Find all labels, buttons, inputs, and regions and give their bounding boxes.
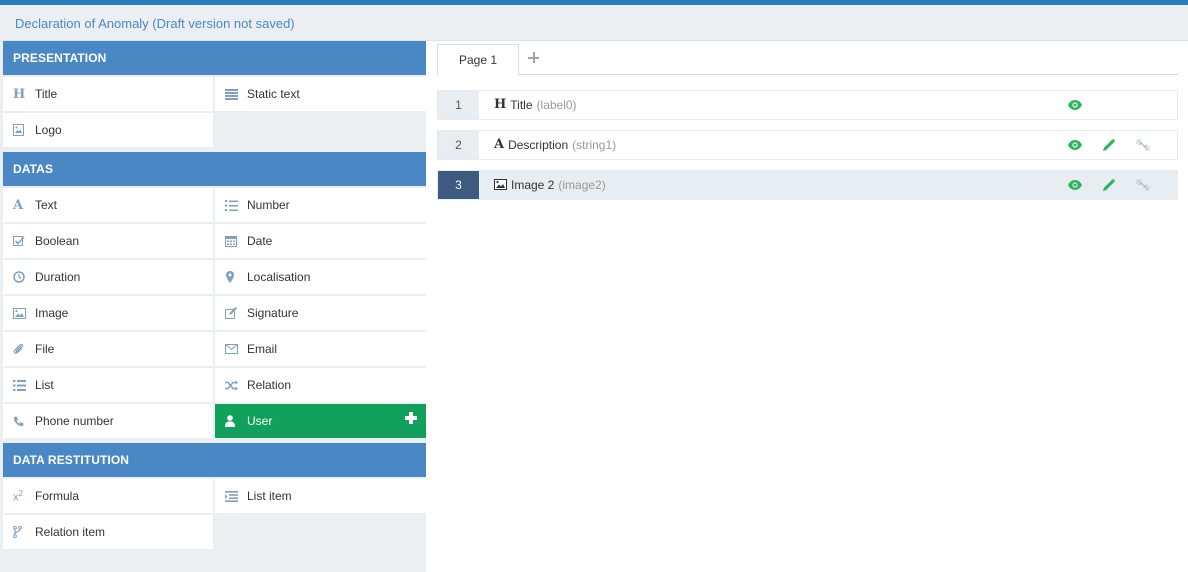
- font-icon: A: [13, 197, 24, 213]
- palette-item-list[interactable]: List: [3, 368, 213, 402]
- palette-item-user[interactable]: User: [215, 404, 426, 438]
- heading-icon: H: [13, 86, 26, 102]
- field-number: 3: [438, 171, 479, 199]
- form-editor: Page 1 1 H Title (label0) 2 A Descriptio…: [426, 41, 1188, 572]
- field-number: 1: [438, 91, 479, 119]
- palette-item-label: Signature: [247, 306, 299, 320]
- field-name: Title: [510, 98, 533, 112]
- palette-item-label: Title: [35, 87, 58, 101]
- field-row-selected[interactable]: 3 Image 2 (image2): [437, 170, 1178, 200]
- heading-icon: H: [494, 97, 507, 112]
- palette-item-label: Boolean: [35, 234, 80, 248]
- field-label: A Description (string1): [494, 131, 616, 159]
- section-data-restitution-header: DATA RESTITUTION: [3, 443, 426, 477]
- palette-item-boolean[interactable]: Boolean: [3, 224, 213, 258]
- page-tabs: Page 1: [437, 44, 1178, 76]
- superscript-icon: x2: [13, 488, 23, 504]
- palette-item-list-item[interactable]: List item: [215, 479, 426, 513]
- field-number: 2: [438, 131, 479, 159]
- section-presentation-header: PRESENTATION: [3, 41, 426, 75]
- section-datas-header: DATAS: [3, 152, 426, 186]
- palette-item-label: Relation: [247, 378, 292, 392]
- paperclip-icon: [13, 343, 35, 355]
- palette-item-file[interactable]: File: [3, 332, 213, 366]
- field-key: (string1): [572, 138, 617, 152]
- visibility-eye-icon[interactable]: [1067, 138, 1083, 152]
- clock-icon: [13, 271, 35, 283]
- field-name: Image 2: [511, 178, 555, 192]
- palette-item-static-text[interactable]: Static text: [215, 77, 426, 111]
- ordered-list-icon: [225, 199, 247, 211]
- palette-item-label: Logo: [35, 123, 62, 137]
- align-justify-icon: [225, 88, 247, 100]
- palette-item-label: List item: [247, 489, 292, 503]
- palette-item-label: Email: [247, 342, 278, 356]
- phone-icon: [13, 416, 35, 427]
- palette-item-label: Text: [35, 198, 58, 212]
- palette-item-label: Relation item: [35, 525, 106, 539]
- field-key: (label0): [536, 98, 577, 112]
- palette-item-label: Phone number: [35, 414, 114, 428]
- indent-list-icon: [225, 490, 247, 502]
- palette-item-label: Date: [247, 234, 273, 248]
- checkbox-icon: [13, 235, 35, 247]
- unlink-icon[interactable]: [1135, 178, 1151, 192]
- map-marker-icon: [225, 271, 247, 283]
- palette-item-relation-item[interactable]: Relation item: [3, 515, 213, 549]
- font-icon: A: [494, 137, 505, 152]
- palette-item-formula[interactable]: x2 Formula: [3, 479, 213, 513]
- palette-item-date[interactable]: Date: [215, 224, 426, 258]
- palette-item-label: Formula: [35, 489, 80, 503]
- palette-item-label: Localisation: [247, 270, 311, 284]
- field-palette: PRESENTATION H Title Static text Logo DA…: [0, 41, 426, 572]
- form-title: Declaration of Anomaly (Draft version no…: [15, 16, 295, 31]
- palette-item-label: Number: [247, 198, 290, 212]
- palette-item-label: Static text: [247, 87, 300, 101]
- field-row[interactable]: 2 A Description (string1): [437, 130, 1178, 160]
- tab-page-1[interactable]: Page 1: [437, 44, 519, 76]
- edit-pencil-icon[interactable]: [1101, 178, 1117, 192]
- random-icon: [225, 380, 247, 391]
- field-name: Description: [508, 138, 569, 152]
- add-icon[interactable]: [405, 412, 417, 424]
- palette-item-label: User: [247, 414, 273, 428]
- form-header: Declaration of Anomaly (Draft version no…: [0, 5, 1188, 41]
- visibility-eye-icon[interactable]: [1067, 98, 1083, 112]
- edit-icon: [225, 307, 247, 319]
- image-file-icon: [13, 124, 35, 136]
- palette-item-email[interactable]: Email: [215, 332, 426, 366]
- palette-item-label: Image: [35, 306, 69, 320]
- user-icon: [225, 415, 247, 427]
- picture-icon: [494, 171, 507, 199]
- palette-item-signature[interactable]: Signature: [215, 296, 426, 330]
- field-label: Image 2 (image2): [494, 171, 606, 199]
- palette-item-label: List: [35, 378, 54, 392]
- palette-item-phone-number[interactable]: Phone number: [3, 404, 213, 438]
- field-key: (image2): [558, 178, 606, 192]
- calendar-icon: [225, 235, 247, 247]
- list-icon: [13, 379, 35, 391]
- field-row[interactable]: 1 H Title (label0): [437, 90, 1178, 120]
- unlink-icon[interactable]: [1135, 138, 1151, 152]
- palette-item-label: Duration: [35, 270, 81, 284]
- add-page-icon[interactable]: [527, 51, 541, 65]
- field-label: H Title (label0): [494, 91, 577, 119]
- envelope-icon: [225, 344, 247, 354]
- palette-item-title[interactable]: H Title: [3, 77, 213, 111]
- code-fork-icon: [13, 526, 35, 538]
- palette-item-label: File: [35, 342, 55, 356]
- picture-icon: [13, 307, 35, 319]
- visibility-eye-icon[interactable]: [1067, 178, 1083, 192]
- edit-pencil-icon[interactable]: [1101, 138, 1117, 152]
- palette-item-relation[interactable]: Relation: [215, 368, 426, 402]
- palette-item-number[interactable]: Number: [215, 188, 426, 222]
- palette-item-localisation[interactable]: Localisation: [215, 260, 426, 294]
- palette-item-text[interactable]: A Text: [3, 188, 213, 222]
- palette-item-logo[interactable]: Logo: [3, 113, 213, 147]
- palette-item-image[interactable]: Image: [3, 296, 213, 330]
- palette-item-duration[interactable]: Duration: [3, 260, 213, 294]
